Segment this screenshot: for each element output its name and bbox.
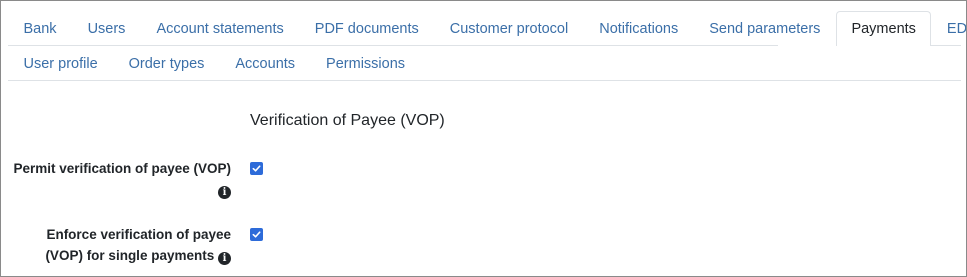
- info-icon[interactable]: i: [218, 252, 231, 265]
- info-icon[interactable]: i: [218, 186, 231, 199]
- tab-notifications[interactable]: Notifications: [584, 11, 694, 46]
- permit-vop-label: Permit verification of payee (VOP) i: [1, 158, 231, 200]
- enforce-vop-label-line1: Enforce verification of payee: [46, 227, 231, 242]
- enforce-vop-row: Enforce verification of payee (VOP) for …: [1, 224, 281, 266]
- tab-user-profile[interactable]: User profile: [8, 46, 113, 81]
- tab-users[interactable]: Users: [72, 11, 141, 46]
- tab-customer-protocol[interactable]: Customer protocol: [434, 11, 583, 46]
- enforce-vop-label-line2: (VOP) for single payments: [45, 248, 215, 263]
- tab-order-types[interactable]: Order types: [113, 46, 220, 81]
- section-title: Verification of Payee (VOP): [250, 112, 445, 129]
- tab-send-parameters[interactable]: Send parameters: [694, 11, 836, 46]
- tab-payments[interactable]: Payments: [835, 11, 932, 46]
- tab-pdf-documents[interactable]: PDF documents: [299, 11, 434, 46]
- checkmark-icon: [252, 231, 261, 238]
- checkmark-icon: [252, 165, 261, 172]
- tab-eds[interactable]: EDS: [931, 11, 966, 46]
- permit-vop-checkbox[interactable]: [250, 162, 263, 175]
- tab-accounts[interactable]: Accounts: [220, 46, 311, 81]
- enforce-vop-checkbox[interactable]: [250, 228, 263, 241]
- tab-row-2: User profile Order types Accounts Permis…: [8, 46, 961, 81]
- tab-row-1: Bank Users Account statements PDF docume…: [8, 11, 966, 46]
- tab-account-statements[interactable]: Account statements: [141, 11, 299, 46]
- settings-panel: Bank Users Account statements PDF docume…: [0, 0, 967, 277]
- permit-vop-row: Permit verification of payee (VOP) i: [1, 158, 281, 200]
- permit-vop-label-text: Permit verification of payee (VOP): [13, 161, 231, 176]
- enforce-vop-label: Enforce verification of payee (VOP) for …: [1, 224, 231, 266]
- tab-permissions[interactable]: Permissions: [311, 46, 421, 81]
- tab-content-divider: [8, 80, 961, 81]
- tab-bar: Bank Users Account statements PDF docume…: [8, 11, 966, 81]
- tab-bank[interactable]: Bank: [8, 11, 72, 46]
